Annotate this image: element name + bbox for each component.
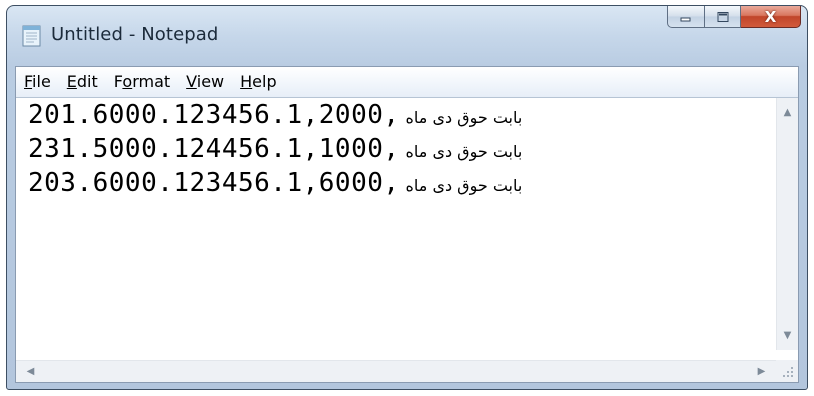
size-grip-dots <box>783 367 793 377</box>
text-line: 203.6000.123456.1,6000, بابت حوق دی ماه <box>28 168 523 198</box>
scroll-up-arrow-icon[interactable]: ▲ <box>777 102 798 123</box>
menu-edit[interactable]: Edit <box>59 67 106 97</box>
text-line: 201.6000.123456.1,2000, بابت حوق دی ماه <box>28 100 523 130</box>
close-button[interactable]: X <box>741 6 801 28</box>
vertical-scrollbar[interactable]: ▲ ▼ <box>776 98 798 350</box>
close-icon: X <box>764 7 777 26</box>
menu-help[interactable]: Help <box>232 67 284 97</box>
size-grip-icon[interactable] <box>776 360 798 382</box>
minimize-icon <box>680 17 691 21</box>
maximize-button[interactable] <box>705 6 741 28</box>
scroll-right-arrow-icon[interactable]: ▶ <box>751 361 772 382</box>
title-bar[interactable]: Untitled - Notepad X <box>7 6 807 64</box>
menu-bar: File Edit Format View Help <box>16 67 798 98</box>
text-editor[interactable]: 201.6000.123456.1,2000, بابت حوق دی ماه … <box>16 98 776 350</box>
menu-view[interactable]: View <box>178 67 232 97</box>
notepad-window: Untitled - Notepad X File Edit Format Vi… <box>6 5 808 390</box>
menu-format[interactable]: Format <box>106 67 178 97</box>
client-area: File Edit Format View Help 201.6000.1234… <box>15 66 799 383</box>
notepad-icon[interactable] <box>21 23 43 47</box>
scroll-down-arrow-icon[interactable]: ▼ <box>777 325 798 346</box>
text-line: 231.5000.124456.1,1000, بابت حوق دی ماه <box>28 134 523 164</box>
minimize-button[interactable] <box>667 6 705 28</box>
horizontal-scrollbar[interactable]: ◀ ▶ <box>16 360 776 382</box>
menu-file[interactable]: File <box>16 67 59 97</box>
maximize-icon <box>717 11 728 22</box>
caption-buttons: X <box>667 6 801 30</box>
window-title: Untitled - Notepad <box>51 24 219 45</box>
scroll-left-arrow-icon[interactable]: ◀ <box>20 361 41 382</box>
